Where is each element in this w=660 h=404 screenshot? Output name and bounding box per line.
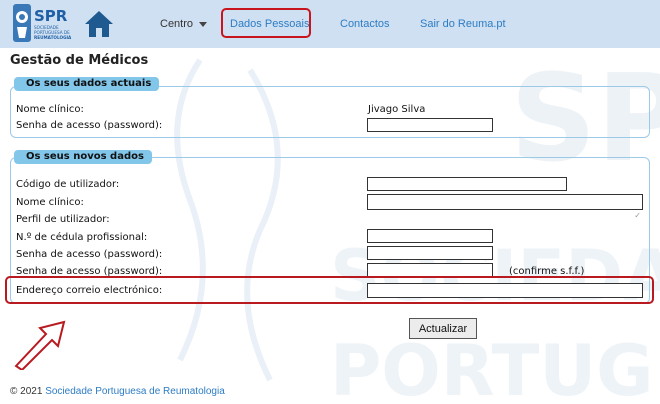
- page-title: Gestão de Médicos: [10, 53, 149, 68]
- logo-abbr: SPR: [34, 7, 68, 25]
- footer-link[interactable]: Sociedade Portuguesa de Reumatologia: [45, 386, 225, 397]
- new-user-code-label: Código de utilizador:: [16, 179, 120, 190]
- new-profile-select[interactable]: ✓: [367, 210, 643, 224]
- new-password-label: Senha de acesso (password):: [16, 249, 163, 260]
- new-user-code-field[interactable]: [367, 177, 567, 191]
- new-profile-label: Perfil de utilizador:: [16, 214, 110, 225]
- highlight-box-nav: [221, 8, 311, 38]
- nav-sair[interactable]: Sair do Reuma.pt: [420, 0, 506, 48]
- current-password-label: Senha de acesso (password):: [16, 120, 163, 131]
- new-name-field[interactable]: [367, 194, 643, 210]
- top-navigation-bar: SPR SOCIEDADE PORTUGUESA DE REUMATOLOGIA…: [0, 0, 660, 48]
- home-icon[interactable]: [84, 9, 114, 39]
- current-password-field[interactable]: [367, 118, 493, 132]
- footer-copyright: © 2021: [10, 386, 43, 397]
- new-name-label: Nome clínico:: [16, 197, 84, 208]
- svg-text:PORTUGU: PORTUGU: [330, 330, 660, 404]
- confirm-password-field[interactable]: [367, 263, 493, 277]
- new-license-field[interactable]: [367, 229, 493, 243]
- pointer-arrow-icon: [14, 320, 66, 370]
- nav-contactos[interactable]: Contactos: [340, 0, 390, 48]
- checkmark-icon: ✓: [634, 211, 641, 220]
- current-name-label: Nome clínico:: [16, 104, 84, 115]
- logo-line-3: REUMATOLOGIA: [34, 35, 72, 40]
- nav-centro-dropdown[interactable]: Centro: [160, 0, 208, 48]
- current-name-value: Jivago Silva: [368, 104, 426, 115]
- current-data-legend: Os seus dados actuais: [14, 77, 160, 91]
- update-button[interactable]: Actualizar: [409, 318, 477, 339]
- spr-logo[interactable]: SPR SOCIEDADE PORTUGUESA DE REUMATOLOGIA: [12, 2, 74, 46]
- nav-centro-label: Centro: [160, 18, 194, 30]
- new-license-label: N.º de cédula profissional:: [16, 232, 148, 243]
- chevron-down-icon: [199, 21, 208, 27]
- footer: © 2021 Sociedade Portuguesa de Reumatolo…: [10, 386, 225, 397]
- new-password-field[interactable]: [367, 246, 493, 260]
- highlight-box-email: [5, 276, 654, 304]
- new-data-legend: Os seus novos dados: [14, 150, 152, 164]
